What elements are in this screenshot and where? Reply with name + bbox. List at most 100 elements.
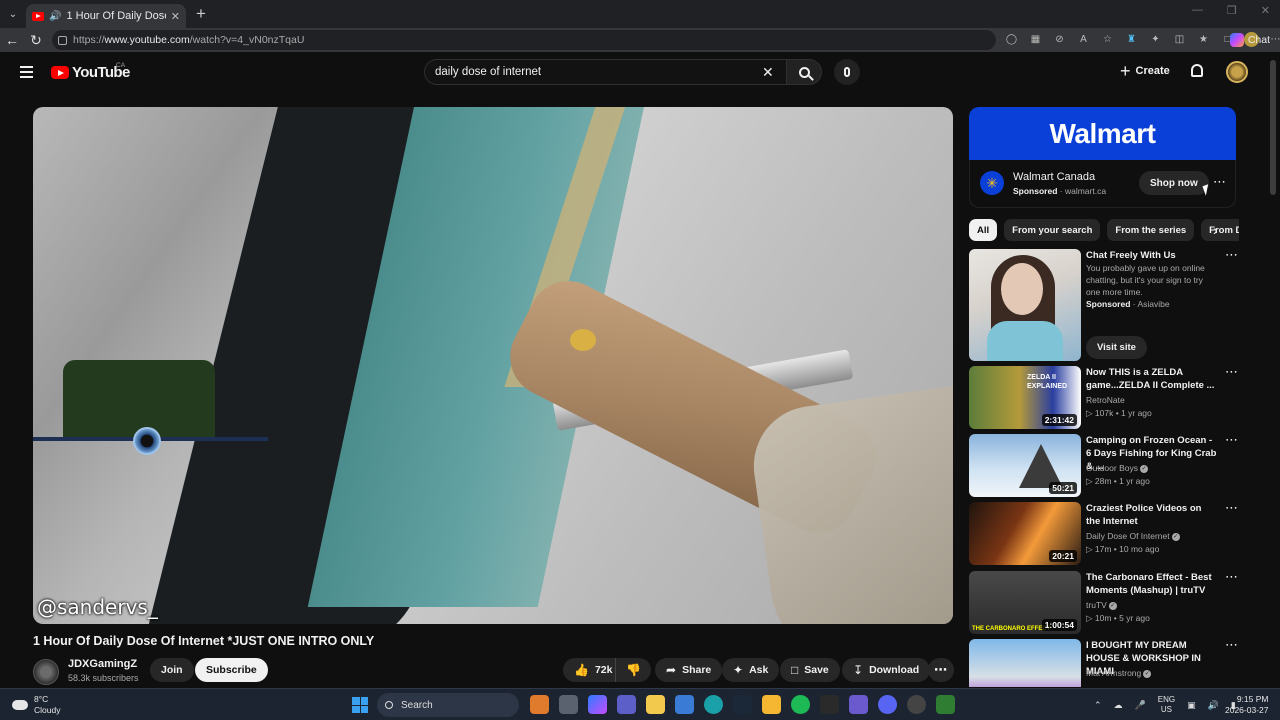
steam-icon[interactable] xyxy=(733,695,752,714)
rec-channel[interactable]: Daily Dose Of Internet ✓ xyxy=(1086,531,1180,541)
app-icon[interactable] xyxy=(907,695,926,714)
chip-all[interactable]: All xyxy=(969,219,998,241)
rec-more-icon[interactable]: ⋯ xyxy=(1225,569,1239,585)
rec-more-icon[interactable]: ⋯ xyxy=(1225,432,1239,448)
subscribe-button[interactable]: Subscribe xyxy=(195,658,268,682)
save-button[interactable]: □ Save xyxy=(780,658,840,682)
list-item[interactable]: THE CARBONARO EFFECT 1:00:54 The Carbona… xyxy=(969,569,1239,634)
menu-icon[interactable] xyxy=(20,66,33,81)
channel-avatar[interactable] xyxy=(33,659,59,685)
video-player[interactable]: @sandervs_ xyxy=(33,107,953,624)
extensions-puzzle-icon[interactable]: ✦ xyxy=(1148,32,1163,47)
rec-title[interactable]: Craziest Police Videos on the Internet xyxy=(1086,502,1218,528)
download-button[interactable]: ↧ Download xyxy=(842,658,931,682)
voice-search-button[interactable] xyxy=(834,59,860,85)
video-thumbnail[interactable]: ZELDA II EXPLAINED 2:31:42 xyxy=(969,366,1081,429)
chevron-right-icon[interactable]: › xyxy=(1213,222,1218,238)
read-aloud-icon[interactable]: A xyxy=(1076,32,1091,47)
list-item[interactable]: ZELDA II EXPLAINED 2:31:42 Now THIS is a… xyxy=(969,364,1239,429)
file-explorer-icon[interactable] xyxy=(646,695,665,714)
site-info-icon[interactable] xyxy=(58,35,67,45)
spotify-icon[interactable] xyxy=(791,695,810,714)
search-highlight-icon[interactable] xyxy=(530,695,549,714)
clear-search-icon[interactable]: ✕ xyxy=(762,64,774,81)
onedrive-cloud-icon[interactable]: ☁ xyxy=(1114,700,1123,711)
list-item[interactable]: Chat Freely With Us You probably gave up… xyxy=(969,247,1239,361)
join-button[interactable]: Join xyxy=(150,658,194,682)
rec-more-icon[interactable]: ⋯ xyxy=(1225,247,1239,263)
network-icon[interactable]: ▣ xyxy=(1187,700,1196,711)
store-icon[interactable] xyxy=(675,695,694,714)
extension-icon[interactable]: ♜ xyxy=(1124,32,1139,47)
tracking-prevention-icon[interactable]: ⊘ xyxy=(1052,32,1067,47)
list-item[interactable]: 50:21 Camping on Frozen Ocean - 6 Days F… xyxy=(969,432,1239,497)
shop-now-button[interactable]: Shop now xyxy=(1139,171,1209,195)
create-button[interactable]: + Create xyxy=(1120,62,1170,80)
rec-more-icon[interactable]: ⋯ xyxy=(1225,639,1239,653)
ad-more-icon[interactable]: ⋯ xyxy=(1213,174,1227,190)
video-thumbnail[interactable]: 20:21 xyxy=(969,502,1081,565)
tray-overflow-chevron-icon[interactable]: ⌃ xyxy=(1094,700,1102,711)
rec-channel[interactable]: truTV ✓ xyxy=(1086,600,1117,610)
notifications-bell-icon[interactable] xyxy=(1191,64,1203,77)
speaker-icon[interactable]: 🔊 xyxy=(49,11,61,22)
video-thumbnail[interactable]: THE CARBONARO EFFECT 1:00:54 xyxy=(969,571,1081,634)
rec-title[interactable]: Chat Freely With Us xyxy=(1086,249,1218,262)
share-button[interactable]: ➦ Share xyxy=(655,658,723,682)
back-arrow-icon[interactable]: ← xyxy=(0,32,24,48)
start-windows-icon[interactable] xyxy=(352,697,368,713)
tab-close-icon[interactable]: ✕ xyxy=(171,10,180,23)
app-icon[interactable] xyxy=(820,695,839,714)
video-thumbnail[interactable] xyxy=(969,639,1081,687)
close-window-icon[interactable]: ✕ xyxy=(1261,4,1270,17)
scrollbar-thumb[interactable] xyxy=(1270,60,1276,195)
teams-icon[interactable] xyxy=(617,695,636,714)
minimize-icon[interactable]: — xyxy=(1192,4,1203,17)
ask-button[interactable]: ✦ Ask xyxy=(722,658,780,682)
chip-from-channel[interactable]: From Daily Dose Of Internet xyxy=(1201,219,1239,241)
favorite-star-icon[interactable]: ☆ xyxy=(1100,32,1115,47)
favorites-icon[interactable]: ★ xyxy=(1196,32,1211,47)
video-thumbnail[interactable]: 50:21 xyxy=(969,434,1081,497)
discord-icon[interactable] xyxy=(878,695,897,714)
list-item[interactable]: I BOUGHT MY DREAM HOUSE & WORKSHOP IN MI… xyxy=(969,639,1239,687)
dislike-button[interactable]: 👎 xyxy=(615,658,651,682)
microphone-tray-icon[interactable]: 🎤 xyxy=(1135,700,1146,711)
rec-title[interactable]: The Carbonaro Effect - Best Moments (Mas… xyxy=(1086,571,1218,597)
rec-more-icon[interactable]: ⋯ xyxy=(1225,364,1239,380)
list-item[interactable]: 20:21 Craziest Police Videos on the Inte… xyxy=(969,500,1239,565)
rec-channel[interactable]: Outdoor Boys ✓ xyxy=(1086,463,1148,473)
rec-channel[interactable]: RetroNate xyxy=(1086,395,1125,405)
app-icon[interactable] xyxy=(936,695,955,714)
account-avatar[interactable] xyxy=(1226,61,1248,83)
rec-channel[interactable]: Mat Armstrong ✓ xyxy=(1086,668,1152,678)
browser-tab[interactable]: 🔊 1 Hour Of Daily Dose Of Internet *JUST… xyxy=(26,4,186,28)
copilot-chat-button[interactable]: Chat xyxy=(1229,33,1270,47)
language-indicator[interactable]: ENG US xyxy=(1158,695,1175,715)
weather-widget[interactable]: 8°C Cloudy xyxy=(12,694,60,716)
app-icon[interactable] xyxy=(762,695,781,714)
rec-title[interactable]: Now THIS is a ZELDA game...ZELDA II Comp… xyxy=(1086,366,1218,392)
like-button[interactable]: 👍 72k xyxy=(563,658,621,682)
search-button[interactable] xyxy=(786,59,822,85)
video-thumbnail[interactable] xyxy=(969,249,1081,361)
visit-site-button[interactable]: Visit site xyxy=(1086,336,1147,359)
channel-name[interactable]: JDXGamingZ xyxy=(68,658,137,670)
task-view-icon[interactable] xyxy=(559,695,578,714)
more-actions-button[interactable]: ⋯ xyxy=(928,658,954,682)
copilot-app-icon[interactable] xyxy=(588,695,607,714)
split-screen-icon[interactable]: ◫ xyxy=(1172,32,1187,47)
url-field[interactable]: https://www.youtube.com/watch?v=4_vN0nzT… xyxy=(52,30,996,50)
ad-banner[interactable]: Walmart xyxy=(969,107,1236,160)
volume-icon[interactable]: 🔊 xyxy=(1208,700,1219,711)
taskbar-search[interactable]: Search xyxy=(377,693,519,717)
taskbar-clock[interactable]: 9:15 PM 2026-03-27 xyxy=(1225,694,1268,716)
maximize-icon[interactable]: ❐ xyxy=(1227,4,1237,17)
tab-list-chevron-icon[interactable]: ⌄ xyxy=(0,0,26,28)
edge-icon[interactable] xyxy=(704,695,723,714)
chip-from-your-search[interactable]: From your search xyxy=(1004,219,1101,241)
ad-advertiser-name[interactable]: Walmart Canada xyxy=(1013,171,1095,183)
translate-icon[interactable]: ◯ xyxy=(1004,32,1019,47)
new-tab-plus-icon[interactable]: + xyxy=(196,4,206,24)
rec-more-icon[interactable]: ⋯ xyxy=(1225,500,1239,516)
